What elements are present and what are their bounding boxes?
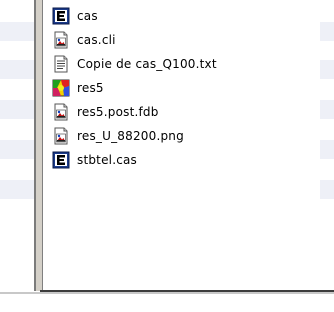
file-item-copie-de-cas[interactable]: Copie de cas_Q100.txt — [52, 52, 217, 76]
e-letter-icon — [52, 7, 70, 25]
file-item-res-u-88200[interactable]: res_U_88200.png — [52, 124, 217, 148]
background-band — [320, 60, 334, 79]
window-bottom-area — [0, 291, 334, 312]
file-name: stbtel.cas — [77, 153, 138, 167]
background-band — [320, 180, 334, 199]
file-item-stbtel-cas[interactable]: stbtel.cas — [52, 148, 217, 172]
background-band — [0, 180, 34, 199]
file-name: Copie de cas_Q100.txt — [77, 57, 217, 71]
image-file-icon — [52, 127, 70, 145]
background-band — [0, 22, 34, 41]
background-band — [320, 100, 334, 119]
file-name: cas.cli — [77, 33, 116, 47]
file-item-cas-cli[interactable]: cas.cli — [52, 28, 217, 52]
image-file-icon — [52, 103, 70, 121]
background-band — [0, 100, 34, 119]
text-file-icon — [52, 55, 70, 73]
file-list-pane[interactable]: cas cas.cli Copie de cas_Q100.txt res5 r… — [46, 0, 320, 290]
file-item-res5[interactable]: res5 — [52, 76, 217, 100]
e-letter-icon — [52, 151, 70, 169]
file-item-res5-post-fdb[interactable]: res5.post.fdb — [52, 100, 217, 124]
color-map-icon — [52, 79, 70, 97]
file-name: res5 — [77, 81, 104, 95]
image-file-icon — [52, 31, 70, 49]
window-bottom-shadow — [0, 292, 334, 294]
window-left-frame — [34, 0, 46, 292]
background-band — [0, 60, 34, 79]
file-name: cas — [77, 9, 98, 23]
file-name: res5.post.fdb — [77, 105, 159, 119]
background-band — [320, 140, 334, 159]
background-band — [0, 140, 34, 159]
file-item-cas[interactable]: cas — [52, 4, 217, 28]
file-name: res_U_88200.png — [77, 129, 184, 143]
file-list: cas cas.cli Copie de cas_Q100.txt res5 r… — [52, 4, 217, 172]
file-explorer-scene: cas cas.cli Copie de cas_Q100.txt res5 r… — [0, 0, 334, 312]
background-band — [320, 22, 334, 41]
